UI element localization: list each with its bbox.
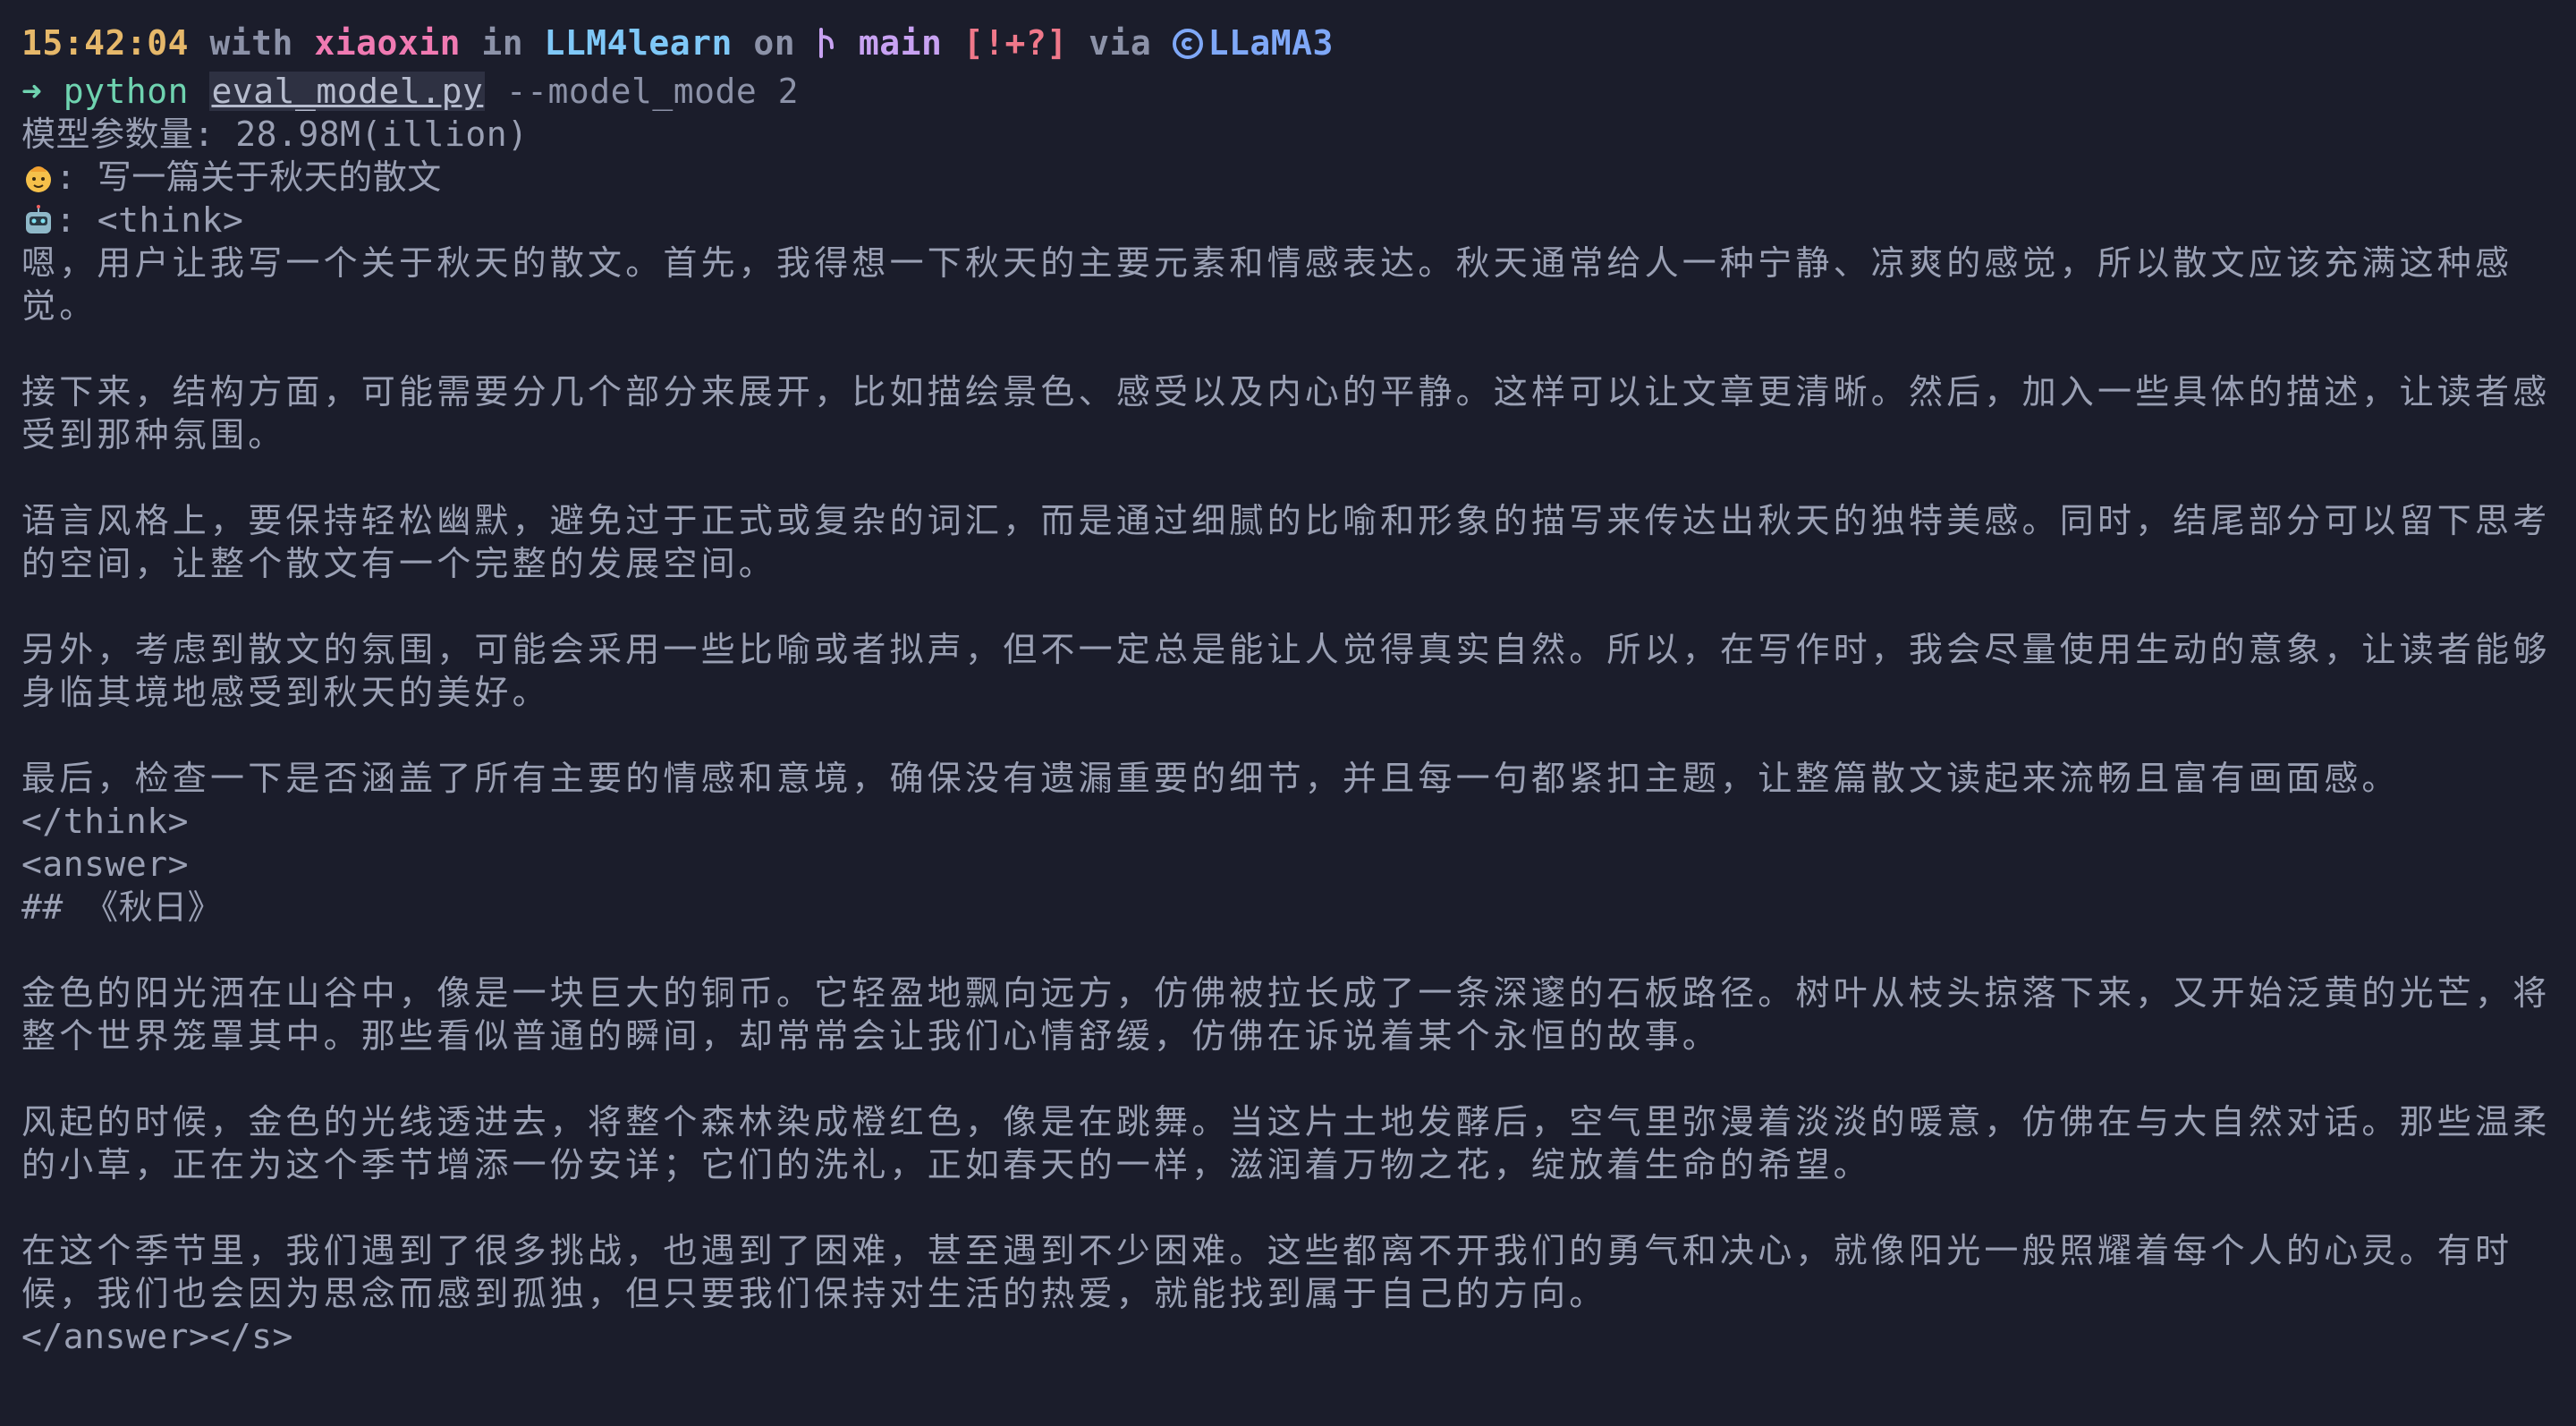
param-count-line: 模型参数量: 28.98M(illion)	[21, 115, 529, 154]
answer-paragraph: 风起的时候，金色的光线透进去，将整个森林染成橙红色，像是在跳舞。当这片土地发酵后…	[21, 1102, 2551, 1184]
bot-message-text: : <think>	[55, 200, 244, 240]
git-branch-icon	[816, 26, 837, 70]
robot-icon	[21, 204, 55, 238]
think-paragraph: 另外，考虑到散文的氛围，可能会采用一些比喻或者拟声，但不一定总是能让人觉得真实自…	[21, 630, 2551, 712]
command-program: python	[63, 72, 190, 111]
prompt-git-status: [!+?]	[962, 23, 1068, 63]
think-close-tag: </think>	[21, 802, 190, 841]
prompt-via: via	[1089, 23, 1152, 63]
user-message-text: : 写一篇关于秋天的散文	[55, 157, 442, 197]
think-paragraph: 接下来，结构方面，可能需要分几个部分来展开，比如描绘景色、感受以及内心的平静。这…	[21, 372, 2551, 454]
prompt-time: 15:42:04	[21, 23, 190, 63]
answer-close-tag: </answer></s>	[21, 1317, 293, 1356]
answer-paragraph: 在这个季节里，我们遇到了很多挑战，也遇到了困难，甚至遇到不少困难。这些都离不开我…	[21, 1231, 2513, 1313]
command-file[interactable]: eval_model.py	[209, 72, 486, 111]
command-args: --model_mode 2	[505, 72, 800, 111]
prompt-user: xiaoxin	[314, 23, 461, 63]
user-message-line: : 写一篇关于秋天的散文	[21, 156, 2555, 199]
prompt-directory: LLM4learn	[544, 23, 733, 63]
think-paragraph: 最后，检查一下是否涵盖了所有主要的情感和意境，确保没有遗漏重要的细节，并且每一句…	[21, 759, 2400, 798]
shell-prompt: 15:42:04 with xiaoxin in LLM4learn on ma…	[21, 21, 2555, 70]
answer-open-tag: <answer>	[21, 845, 190, 884]
think-paragraph: 嗯，用户让我写一个关于秋天的散文。首先，我得想一下秋天的主要元素和情感表达。秋天…	[21, 243, 2513, 326]
answer-paragraph: 金色的阳光洒在山谷中，像是一块巨大的铜币。它轻盈地飘向远方，仿佛被拉长成了一条深…	[21, 973, 2551, 1056]
conda-icon	[1172, 29, 1203, 59]
prompt-with: with	[209, 23, 293, 63]
prompt-env: LLaMA3	[1208, 23, 1334, 63]
prompt-in: in	[481, 23, 524, 63]
baby-face-icon	[21, 161, 55, 195]
prompt-branch: main	[858, 23, 943, 63]
think-paragraph: 语言风格上，要保持轻松幽默，避免过于正式或复杂的词汇，而是通过细腻的比喻和形象的…	[21, 501, 2551, 583]
prompt-arrow-icon: ➜	[21, 72, 43, 111]
command-line[interactable]: ➜ python eval_model.py --model_mode 2	[21, 70, 2555, 113]
prompt-on: on	[753, 23, 796, 63]
terminal-window[interactable]: 15:42:04 with xiaoxin in LLM4learn on ma…	[0, 0, 2576, 1426]
bot-message-line: : <think>	[21, 199, 2555, 242]
answer-heading: ## 《秋日》	[21, 887, 223, 927]
